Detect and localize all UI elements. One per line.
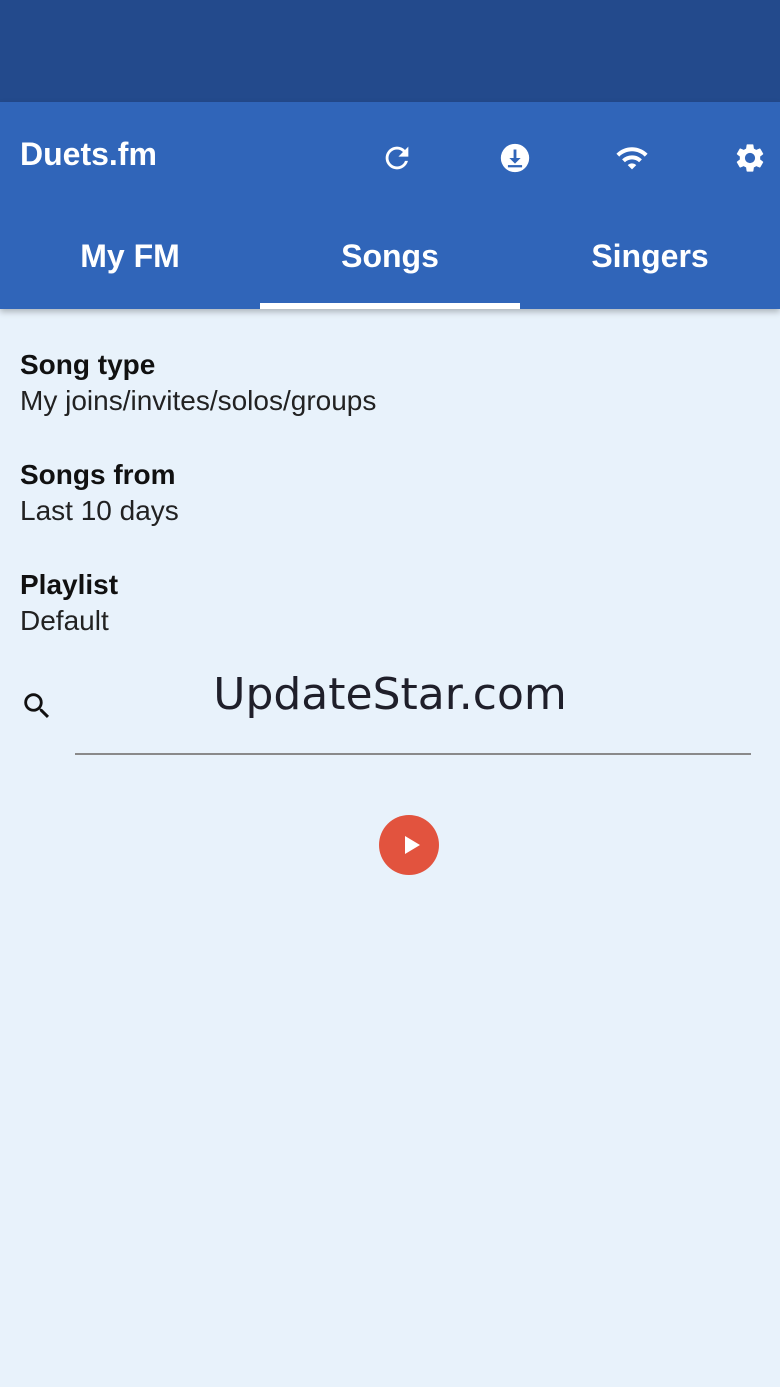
song-type-label: Song type [20,349,156,380]
songs-from-label: Songs from [20,459,176,490]
tab-songs[interactable]: Songs [260,212,520,309]
refresh-icon[interactable] [375,136,419,180]
song-type-filter[interactable]: Song type My joins/invites/solos/groups [20,347,760,419]
playlist-label: Playlist [20,569,119,600]
tab-singers[interactable]: Singers [520,212,780,309]
play-button[interactable] [379,815,439,875]
settings-icon[interactable] [728,136,772,180]
tab-bar: My FM Songs Singers [0,212,780,309]
search-input[interactable] [75,669,751,755]
search-icon [24,693,50,719]
playlist-value: Default [20,605,109,636]
song-type-value: My joins/invites/solos/groups [20,385,377,416]
app-title: Duets.fm [20,136,157,172]
status-bar [0,0,780,102]
playlist-filter[interactable]: Playlist Default [20,567,760,639]
download-icon[interactable] [493,136,537,180]
songs-from-value: Last 10 days [20,495,179,526]
app-bar: Duets.fm My FM Songs Singers [0,102,780,309]
play-icon [405,836,420,854]
tab-my-fm[interactable]: My FM [0,212,260,309]
wifi-icon[interactable] [610,136,654,180]
songs-from-filter[interactable]: Songs from Last 10 days [20,457,760,529]
